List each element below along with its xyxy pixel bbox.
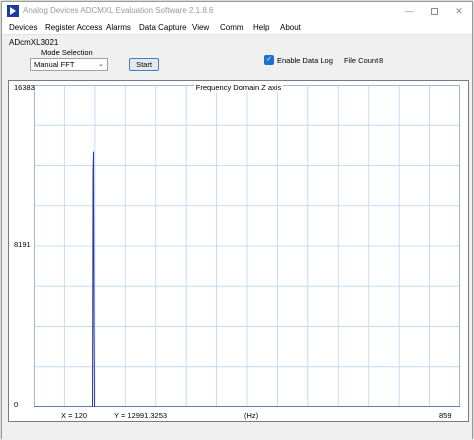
menu-register-access[interactable]: Register Access [45,23,102,32]
mode-selection-value: Manual FFT [34,60,75,69]
chart-title: Frequency Domain Z axis [193,83,284,92]
x-axis-unit-label: (Hz) [244,411,259,420]
chevron-down-icon: ⌄ [98,61,104,68]
enable-data-log-checkbox[interactable]: ✓ [264,55,274,65]
file-count-label: File Count [344,56,379,65]
app-window: Analog Devices ADCMXL Evaluation Softwar… [1,1,473,440]
x-axis-max-label: 859 [439,411,452,420]
minimize-button[interactable]: — [398,2,420,20]
menu-bar: Devices Register Access Alarms Data Capt… [2,20,472,35]
fft-chart: Frequency Domain Z axis 16383 8191 0 X =… [8,80,469,422]
menu-about[interactable]: About [280,23,301,32]
file-count-value: 8 [379,56,384,65]
menu-comm[interactable]: Comm [220,23,244,32]
close-button[interactable]: ✕ [448,2,470,20]
maximize-button[interactable] [423,2,445,20]
menu-view[interactable]: View [192,23,209,32]
mode-selection-dropdown[interactable]: Manual FFT ⌄ [30,58,108,71]
mode-selection-label: Mode Selection [41,48,93,57]
fft-plot-area[interactable] [34,85,460,407]
chart-title-wrap: Frequency Domain Z axis [9,83,468,92]
y-tick-mid: 8191 [14,240,31,249]
cursor-x-readout: X = 120 [61,411,88,420]
title-bar: Analog Devices ADCMXL Evaluation Softwar… [2,2,472,20]
status-strip [2,423,472,440]
enable-data-log-label: Enable Data Log [277,56,333,65]
y-tick-min: 0 [14,400,19,409]
cursor-y-readout: Y = 12991.3253 [114,411,168,420]
menu-devices[interactable]: Devices [9,23,37,32]
analog-devices-logo-icon [7,5,19,17]
menu-help[interactable]: Help [253,23,269,32]
menu-alarms[interactable]: Alarms [106,23,131,32]
y-tick-max: 16383 [14,83,35,92]
menu-data-capture[interactable]: Data Capture [139,23,187,32]
start-button[interactable]: Start [129,58,159,71]
device-name-label: ADcmXL3021 [9,38,59,47]
window-title: Analog Devices ADCMXL Evaluation Softwar… [23,6,214,15]
maximize-icon [430,8,438,16]
